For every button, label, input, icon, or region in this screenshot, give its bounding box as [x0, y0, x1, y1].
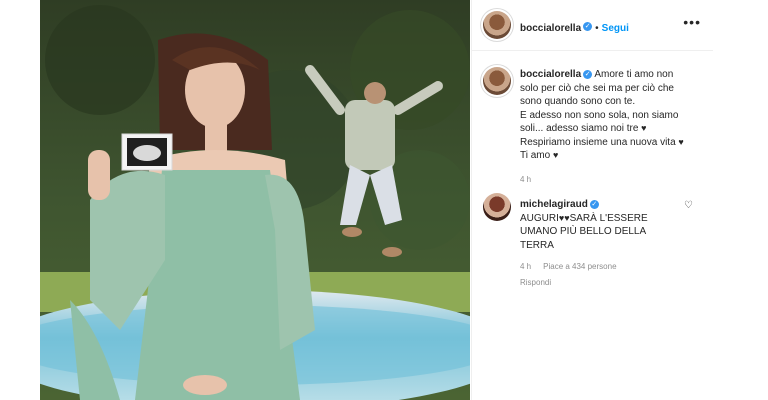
comment-avatar[interactable]	[483, 193, 511, 221]
follow-button[interactable]: Segui	[602, 23, 629, 34]
caption-line: Respiriamo insieme una nuova vita	[520, 136, 676, 148]
post-header: boccialorella ✓ • Segui •••	[472, 0, 713, 51]
comment: michelagiraud ✓ AUGURI♥♥SARÀ L'ESSERE UMA…	[520, 198, 690, 289]
verified-icon: ✓	[583, 69, 593, 79]
comment-likes[interactable]: Piace a 434 persone	[543, 262, 616, 271]
caption-line: solo per ciò che sei ma per ciò che	[520, 82, 674, 94]
avatar[interactable]	[483, 11, 511, 39]
caption-line: E adesso non sono sola, non siamo	[520, 109, 679, 121]
comment-username[interactable]: michelagiraud	[520, 199, 588, 210]
black-heart-icon: ♥	[678, 136, 684, 147]
black-heart-icon: ♥♥	[558, 212, 570, 223]
black-heart-icon: ♥	[641, 123, 647, 133]
caption-line: Ti amo	[520, 150, 551, 161]
header-username[interactable]: boccialorella	[520, 23, 581, 34]
black-heart-icon: ♥	[552, 150, 559, 160]
caption-username[interactable]: boccialorella	[520, 69, 581, 80]
verified-icon: ✓	[589, 199, 599, 209]
caption-line: Amore ti amo non	[594, 69, 674, 80]
comment-line: SARÀ L'ESSERE	[569, 212, 648, 224]
verified-icon: ✓	[583, 22, 593, 32]
caption: boccialorella ✓ Amore ti amo non solo per…	[520, 68, 700, 186]
caption-line: soli... adesso siamo noi tre	[520, 123, 639, 134]
comment-line: TERRA	[520, 239, 554, 251]
caption-line: sono quando sono con te.	[520, 96, 636, 107]
post-image	[40, 0, 470, 400]
caption-time: 4 h	[520, 174, 532, 184]
comment-line: AUGURI	[520, 212, 559, 224]
post-sidebar: boccialorella ✓ • Segui ••• boccialorella ✓ …	[471, 0, 713, 400]
reply-button[interactable]: Rispondi	[520, 276, 690, 290]
comment-time: 4 h	[520, 262, 532, 271]
caption-avatar[interactable]	[483, 67, 511, 95]
comment-line: UMANO PIÙ BELLO DELLA	[520, 226, 647, 237]
more-options-icon[interactable]: •••	[683, 14, 701, 30]
like-comment-icon[interactable]: ♡	[684, 200, 693, 211]
